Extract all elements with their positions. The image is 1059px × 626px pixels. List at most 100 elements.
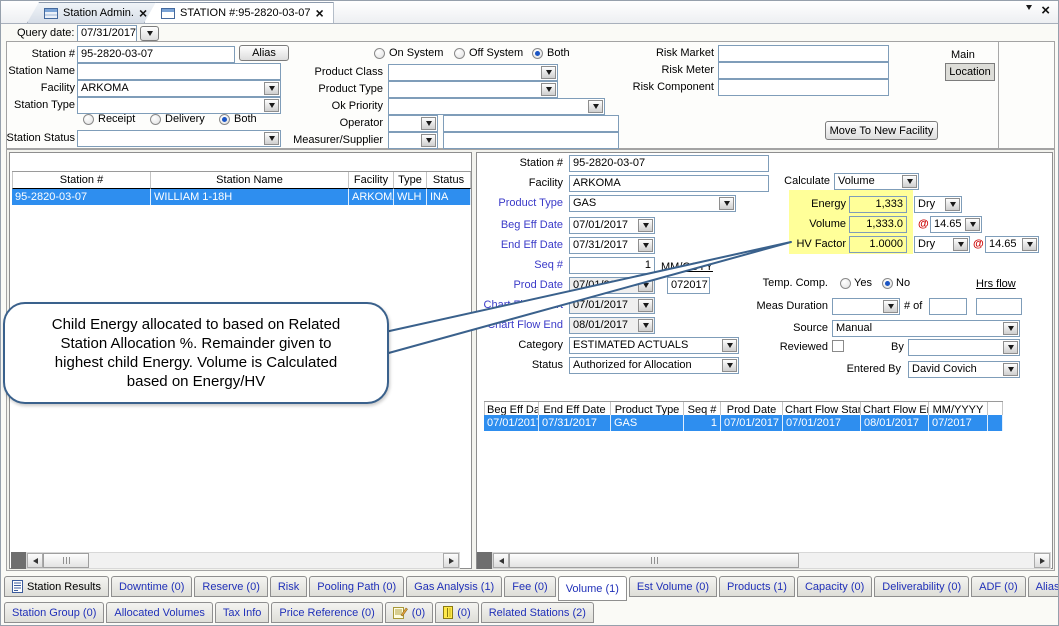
tab-notes[interactable]: (0) [385,602,433,623]
tab-fee[interactable]: Fee (0) [504,576,555,597]
tab-documents[interactable]: (0) [435,602,478,623]
tab-allocated-volumes[interactable]: Allocated Volumes [106,602,213,623]
cell-blank[interactable] [988,415,1003,431]
tab-station-admin[interactable]: Station Admin. × [27,2,157,23]
chevron-down-icon[interactable] [1003,322,1018,335]
tab-list-dropdown-icon[interactable] [1026,10,1032,22]
chart-flow-end-select[interactable]: 08/01/2017 [569,317,655,334]
prod-mmyyyy-input[interactable]: 072017 [667,277,710,294]
measurer-code-select[interactable] [388,132,438,149]
chevron-down-icon[interactable] [264,82,279,95]
tab-pooling-path[interactable]: Pooling Path (0) [309,576,404,597]
volume-row-selected[interactable]: 07/01/2017 07/31/2017 GAS 1 07/01/2017 0… [484,415,1003,431]
energy-input[interactable]: 1,333 [849,196,907,213]
cell-beg-eff[interactable]: 07/01/2017 [484,415,539,431]
risk-market-input[interactable] [718,45,889,62]
cell-chart-end[interactable]: 08/01/2017 [861,415,929,431]
cell-prod-date[interactable]: 07/01/2017 [721,415,783,431]
station-name-input[interactable] [77,63,281,80]
query-date-dropdown[interactable] [140,26,159,41]
chevron-down-icon[interactable] [1003,341,1018,354]
detail-station-no[interactable]: 95-2820-03-07 [569,155,769,172]
chevron-down-icon[interactable] [638,239,653,252]
close-icon[interactable]: × [139,7,147,19]
cell-mmyyyy[interactable]: 07/2017 [929,415,988,431]
chevron-down-icon[interactable] [1003,363,1018,376]
chevron-down-icon[interactable] [719,197,734,210]
query-date-field[interactable]: 07/31/2017 [77,25,137,42]
tab-risk[interactable]: Risk [270,576,307,597]
end-eff-date-select[interactable]: 07/31/2017 [569,237,655,254]
beg-eff-date-select[interactable]: 07/01/2017 [569,217,655,234]
tab-est-volume[interactable]: Est Volume (0) [629,576,717,597]
chevron-down-icon[interactable] [953,238,968,251]
cell-product-type[interactable]: GAS [611,415,684,431]
num-of-input[interactable] [929,298,967,315]
cell-seq[interactable]: 1 [684,415,721,431]
chevron-down-icon[interactable] [638,219,653,232]
source-select[interactable]: Manual [832,320,1020,337]
cell-station-no[interactable]: 95-2820-03-07 [12,189,151,205]
chart-flow-start-select[interactable]: 07/01/2017 [569,297,655,314]
facility-select[interactable]: ARKOMA [77,80,281,97]
operator-name-input[interactable] [443,115,619,132]
category-select[interactable]: ESTIMATED ACTUALS [569,337,739,354]
temp-comp-yes-radio[interactable] [840,278,851,289]
tab-gas-analysis[interactable]: Gas Analysis (1) [406,576,502,597]
energy-basis-select[interactable]: Dry [914,196,962,213]
scroll-right-icon[interactable] [1034,553,1050,568]
risk-meter-input[interactable] [718,62,889,79]
tab-tax-info[interactable]: Tax Info [215,602,270,623]
station-status-select[interactable] [77,130,281,147]
chevron-down-icon[interactable] [883,300,898,313]
main-tab[interactable]: Main [951,49,975,62]
tab-reserve[interactable]: Reserve (0) [194,576,267,597]
chevron-down-icon[interactable] [638,279,653,292]
volume-input[interactable]: 1,333.0 [849,216,907,233]
hrs-flow-input[interactable] [976,298,1022,315]
detail-facility[interactable]: ARKOMA [569,175,769,192]
on-system-radio[interactable] [374,48,385,59]
chevron-down-icon[interactable] [902,175,917,188]
col-station-no[interactable]: Station # [12,172,151,189]
scroll-left-icon[interactable] [27,553,43,568]
alias-button[interactable]: Alias [239,45,289,61]
hv-factor-input[interactable]: 1.0000 [849,236,907,253]
ok-priority-select[interactable] [388,98,605,115]
measurer-name-input[interactable] [443,132,619,149]
tab-station-group[interactable]: Station Group (0) [4,602,104,623]
chevron-down-icon[interactable] [264,99,279,112]
chevron-down-icon[interactable] [722,359,737,372]
station-type-select[interactable] [77,97,281,114]
chevron-down-icon[interactable] [421,134,436,147]
receipt-radio[interactable] [83,114,94,125]
both-rd-radio[interactable] [219,114,230,125]
tab-station-results[interactable]: Station Results [4,576,109,597]
operator-code-select[interactable] [388,115,438,132]
status-select[interactable]: Authorized for Allocation [569,357,739,374]
results-row-selected[interactable]: 95-2820-03-07 WILLIAM 1-18H ARKOMA WLH I… [12,189,471,205]
close-icon[interactable]: × [315,7,323,19]
cell-end-eff[interactable]: 07/31/2017 [539,415,611,431]
tab-products[interactable]: Products (1) [719,576,795,597]
cell-type[interactable]: WLH [394,189,427,205]
chevron-down-icon[interactable] [541,83,556,96]
meas-duration-select[interactable] [832,298,900,315]
entered-by-select[interactable]: David Covich [908,361,1020,378]
hv-pressure-select[interactable]: 14.65 [985,236,1039,253]
hv-basis-select[interactable]: Dry [914,236,970,253]
calculate-select[interactable]: Volume [834,173,919,190]
volume-pressure-select[interactable]: 14.65 [930,216,982,233]
results-hscrollbar[interactable] [26,552,460,569]
off-system-radio[interactable] [454,48,465,59]
reviewed-checkbox[interactable] [832,340,844,352]
product-type-filter-select[interactable] [388,81,558,98]
col-type[interactable]: Type [394,172,427,189]
chevron-down-icon[interactable] [965,218,980,231]
tab-related-stations[interactable]: Related Stations (2) [481,602,594,623]
move-to-new-facility-button[interactable]: Move To New Facility [825,121,938,140]
tab-adf[interactable]: ADF (0) [971,576,1026,597]
temp-comp-no-radio[interactable] [882,278,893,289]
cell-station-name[interactable]: WILLIAM 1-18H [151,189,349,205]
station-no-input[interactable]: 95-2820-03-07 [77,46,235,63]
